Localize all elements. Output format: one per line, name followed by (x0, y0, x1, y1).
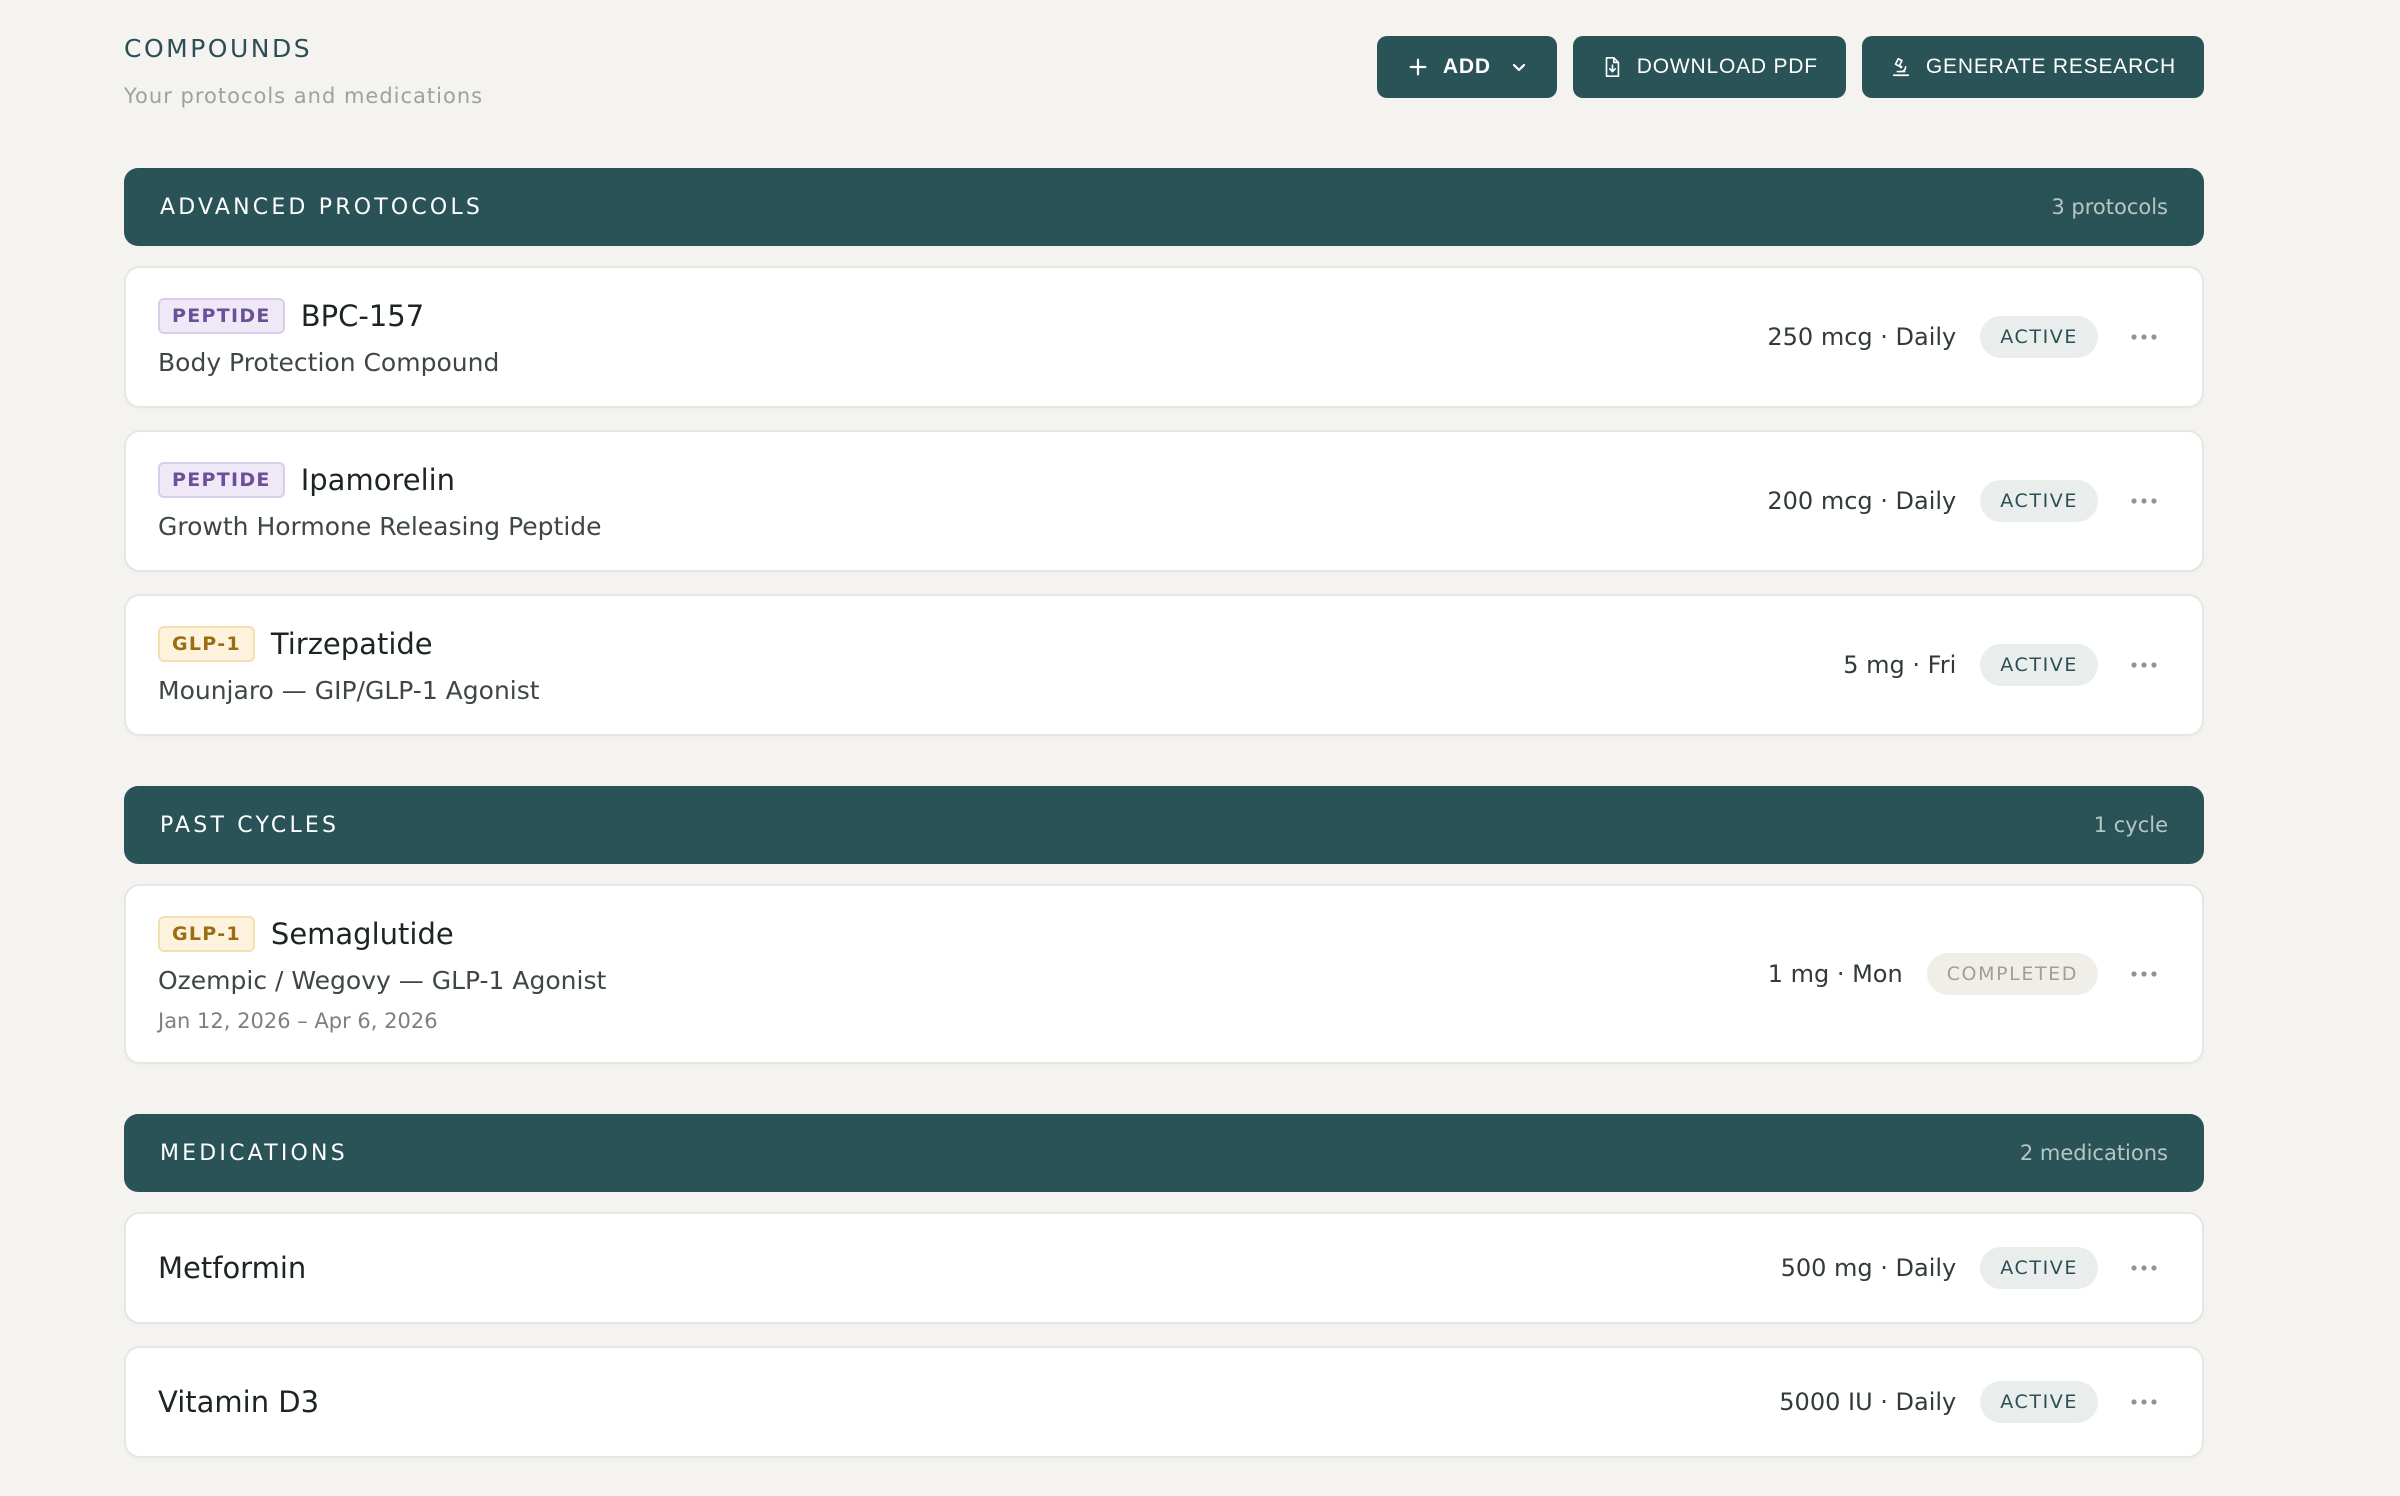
compound-description: Body Protection Compound (158, 348, 500, 377)
type-tag: GLP-1 (158, 625, 255, 663)
add-button[interactable]: ADD (1376, 36, 1557, 98)
section-header-past-cycles: PAST CYCLES 1 cycle (124, 786, 2204, 864)
section-count: 1 cycle (2093, 813, 2168, 837)
more-options-icon[interactable] (2122, 650, 2166, 680)
type-tag: PEPTIDE (158, 297, 285, 335)
generate-research-label: GENERATE RESEARCH (1925, 55, 2176, 78)
status-badge: ACTIVE (1980, 316, 2098, 358)
chevron-down-icon (1512, 63, 1525, 72)
toolbar: ADD DOWNLOAD PDF GENERATE RESEARCH (1376, 36, 2204, 98)
type-tag: PEPTIDE (158, 461, 285, 499)
add-button-label: ADD (1442, 55, 1491, 78)
compound-name: BPC-157 (300, 299, 425, 333)
more-options-icon[interactable] (2122, 959, 2166, 989)
compound-description: Growth Hormone Releasing Peptide (158, 512, 602, 541)
type-tag: GLP-1 (158, 915, 255, 953)
compound-card-tirzepatide[interactable]: GLP-1 Tirzepatide Mounjaro — GIP/GLP-1 A… (124, 594, 2204, 736)
page-header: COMPOUNDS Your protocols and medications… (124, 0, 2204, 168)
more-options-icon[interactable] (2122, 1253, 2166, 1283)
status-badge: ACTIVE (1980, 1381, 2098, 1423)
dose-schedule: 1 mg · Mon (1767, 960, 1903, 988)
section-count: 3 protocols (2051, 195, 2168, 219)
compound-card-semaglutide[interactable]: GLP-1 Semaglutide Ozempic / Wegovy — GLP… (124, 884, 2204, 1064)
dose-schedule: 250 mcg · Daily (1767, 323, 1957, 351)
download-pdf-button[interactable]: DOWNLOAD PDF (1572, 36, 1846, 98)
download-pdf-label: DOWNLOAD PDF (1636, 55, 1818, 78)
compound-card-ipamorelin[interactable]: PEPTIDE Ipamorelin Growth Hormone Releas… (124, 430, 2204, 572)
compound-card-bpc-157[interactable]: PEPTIDE BPC-157 Body Protection Compound… (124, 266, 2204, 408)
medication-card-metformin[interactable]: Metformin 500 mg · Daily ACTIVE (124, 1212, 2204, 1324)
plus-icon (1409, 58, 1427, 76)
compound-description: Ozempic / Wegovy — GLP-1 Agonist (158, 966, 607, 995)
medication-name: Metformin (158, 1251, 307, 1285)
dose-schedule: 5000 IU · Daily (1779, 1388, 1957, 1416)
page-subtitle: Your protocols and medications (124, 84, 484, 108)
status-badge: ACTIVE (1980, 1247, 2098, 1289)
more-options-icon[interactable] (2122, 1387, 2166, 1417)
section-header-advanced-protocols: ADVANCED PROTOCOLS 3 protocols (124, 168, 2204, 246)
microscope-icon (1892, 57, 1910, 77)
dose-schedule: 200 mcg · Daily (1767, 487, 1957, 515)
page-title: COMPOUNDS (124, 34, 313, 63)
more-options-icon[interactable] (2122, 486, 2166, 516)
compound-description: Mounjaro — GIP/GLP-1 Agonist (158, 676, 540, 705)
compounds-page: COMPOUNDS Your protocols and medications… (124, 0, 2204, 1480)
section-count: 2 medications (2019, 1141, 2168, 1165)
section-title: PAST CYCLES (160, 812, 340, 838)
status-badge: ACTIVE (1980, 480, 2098, 522)
compound-name: Tirzepatide (270, 627, 433, 661)
generate-research-button[interactable]: GENERATE RESEARCH (1861, 36, 2204, 98)
file-download-icon (1605, 57, 1620, 77)
more-options-icon[interactable] (2122, 322, 2166, 352)
section-header-medications: MEDICATIONS 2 medications (124, 1114, 2204, 1192)
status-badge: ACTIVE (1980, 644, 2098, 686)
dose-schedule: 500 mg · Daily (1780, 1254, 1957, 1282)
medication-card-vitamin-d3[interactable]: Vitamin D3 5000 IU · Daily ACTIVE (124, 1346, 2204, 1458)
section-title: MEDICATIONS (160, 1140, 348, 1166)
compound-name: Semaglutide (270, 917, 454, 951)
medication-name: Vitamin D3 (158, 1385, 320, 1419)
section-title: ADVANCED PROTOCOLS (160, 194, 484, 220)
status-badge: COMPLETED (1926, 953, 2098, 995)
dose-schedule: 5 mg · Fri (1843, 651, 1957, 679)
cycle-dates: Jan 12, 2026 – Apr 6, 2026 (158, 1009, 438, 1033)
compound-name: Ipamorelin (300, 463, 456, 497)
